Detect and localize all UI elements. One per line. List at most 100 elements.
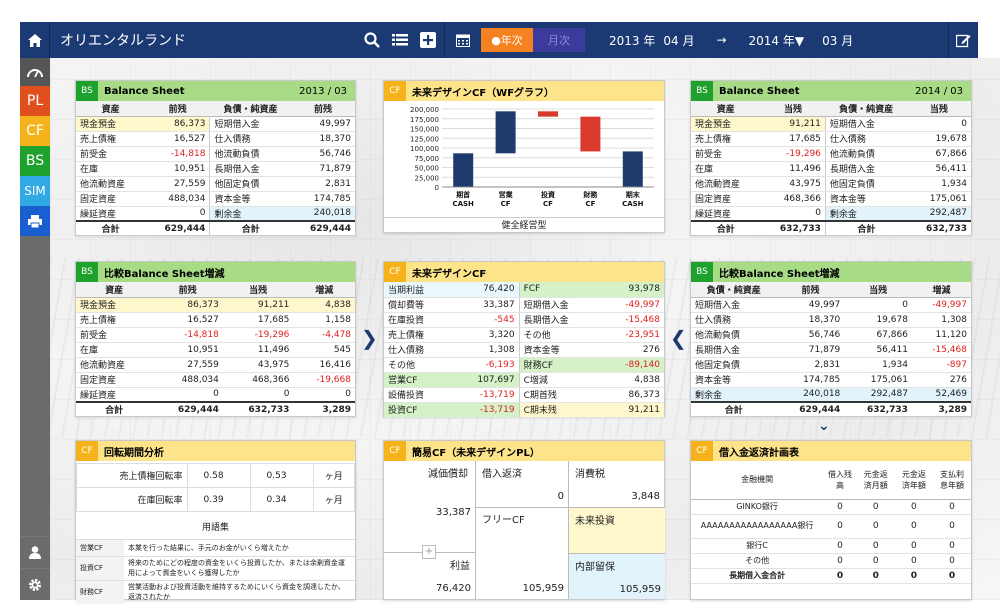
to-year-select[interactable]: 2014 年▼ (749, 32, 805, 49)
row-value: 0 (856, 499, 895, 515)
col-header: 資産 (76, 101, 146, 117)
total-value: 3,289 (293, 401, 355, 418)
bs-compare-liabilities-panel: BS 比較Balance Sheet増減 負債・純資産 前残 当残 増減 短期借… (690, 261, 972, 418)
row-value: 0 (760, 206, 826, 222)
total-label: 合計 (691, 401, 777, 418)
repayment-value: 0 (557, 491, 564, 502)
total-row: 合計 629,444 632,733 3,289 (691, 401, 971, 418)
col-header: 当残 (906, 101, 971, 117)
row-label: 現金預金 (76, 297, 153, 313)
from-month[interactable]: 04 月 (663, 32, 694, 49)
add-icon[interactable] (420, 32, 436, 48)
mode-year-button[interactable]: ●年次 (481, 28, 533, 52)
glossary-def: 将来のためにどの程度の資金をいくら投資したか、または余剰資金運用によって資金をい… (124, 556, 355, 581)
prev-arrow-icon[interactable]: ❮ (670, 326, 687, 350)
home-button[interactable] (20, 22, 50, 58)
mode-month-button[interactable]: 月次 (533, 28, 585, 52)
header-bar: オリエンタルランド ●年次 月次 2013 年 04 月 → 2014 年▼ 0… (20, 22, 978, 58)
col-header: 当残 (222, 282, 294, 298)
row-value: 468,366 (760, 191, 826, 207)
sidebar-item-user[interactable] (20, 536, 50, 568)
calendar-button[interactable] (445, 33, 481, 47)
bs-current-table: 資産 当残 負債・純資産 当残 現金預金 91,211 短期借入金 0 売上債権 17,… (691, 101, 971, 237)
row-value: 2,831 (776, 357, 845, 373)
row-value: 1,308 (450, 342, 520, 358)
row-label: 繰延資産 (691, 206, 761, 222)
sidebar-item-dashboard[interactable] (20, 58, 50, 86)
cf-tag: CF (691, 441, 713, 461)
row-value: 71,879 (290, 161, 355, 177)
cf-tag: CF (384, 81, 406, 101)
table-row: 償却費等 33,387 短期借入金 -49,997 (384, 297, 664, 313)
row-label: 現金預金 (691, 116, 761, 132)
col-header: 資産 (76, 282, 153, 298)
panel-header: BS 比較Balance Sheet増減 (691, 262, 971, 282)
panel-header: CF 未来デザインCF (384, 262, 664, 282)
row-value: 86,373 (152, 297, 223, 313)
list-icon[interactable] (392, 33, 408, 47)
row-value: 43,975 (222, 357, 294, 373)
row-label: 剰余金 (824, 206, 907, 222)
to-month[interactable]: 03 月 (822, 32, 853, 49)
expand-chevron-icon[interactable]: ⌄ (818, 418, 830, 434)
top-bar: オリエンタルランド ●年次 月次 2013 年 04 月 → 2014 年▼ 0… (0, 0, 1000, 58)
total-value: 632,733 (222, 401, 294, 418)
edit-button[interactable] (948, 22, 978, 58)
turnover-analysis-panel: CF 回転期間分析 売上債権回転率 0.58 0.53 ヶ月 在庫回転率 0.39 0.3… (75, 440, 356, 604)
simple-cf-body: 減価償却 33,387 + 利益 76,420 借入返済 0 フリーCF 105… (384, 461, 665, 599)
row-label: 長期借入金 (209, 161, 291, 177)
x-tick-label: CF (585, 200, 595, 208)
table-row: 売上債権 16,527 17,685 1,158 (76, 312, 355, 328)
row-value: 0 (856, 514, 895, 539)
row-value: 175,061 (844, 372, 912, 388)
cf-tag: CF (384, 262, 406, 282)
panel-header: CF 簡易CF（未来デザインPL） (384, 441, 664, 461)
table-row: 売上債権 3,320 その他 -23,951 (384, 327, 664, 343)
turnover-table: 売上債権回転率 0.58 0.53 ヶ月 在庫回転率 0.39 0.34 ヶ月 (76, 463, 356, 512)
row-value: 2,831 (290, 176, 355, 192)
panel-header: CF 回転期間分析 (76, 441, 355, 461)
row-value: 19,678 (844, 312, 912, 328)
row-label: 他流動資産 (691, 176, 761, 192)
table-row: 現金預金 86,373 91,211 4,838 (76, 297, 355, 313)
edit-icon (956, 34, 971, 47)
row-value: 0.34 (249, 487, 314, 512)
table-row: 在庫回転率 0.39 0.34 ヶ月 (76, 487, 356, 512)
row-label: 売上債権 (384, 327, 451, 343)
sidebar-item-cf[interactable]: CF (20, 116, 50, 146)
row-label: 他流動資産 (76, 176, 146, 192)
sidebar-item-sim[interactable]: SIM (20, 176, 50, 206)
from-year[interactable]: 2013 年 (609, 32, 655, 49)
future-cf-table: 当期利益 76,420 FCF 93,978 償却費等 33,387 短期借入金 -49,9… (384, 282, 664, 418)
glossary-row: 投資CF 将来のためにどの程度の資金をいくら投資したか、または余剰資金運用によって… (76, 556, 355, 581)
sidebar-item-pl[interactable]: PL (20, 86, 50, 116)
col-header: 負債・純資産 (825, 101, 907, 117)
retained-earnings-label: 内部留保 (575, 562, 615, 573)
total-value: 632,733 (844, 401, 912, 418)
col-header: 前残 (776, 282, 845, 298)
col-header: 負債・純資産 (691, 282, 777, 298)
total-row: 長期借入金合計 0 0 0 0 (691, 568, 971, 584)
row-value: -49,997 (911, 297, 971, 313)
x-tick-label: 財務 (582, 190, 598, 199)
row-label: 短期借入金 (691, 297, 777, 313)
sidebar-item-bs[interactable]: BS (20, 146, 50, 176)
row-label: 設備投資 (384, 387, 451, 403)
sidebar-item-print[interactable] (20, 206, 50, 236)
expand-plus-button[interactable]: + (422, 545, 436, 559)
row-value: 0 (145, 206, 210, 222)
sidebar-item-settings[interactable] (20, 568, 50, 600)
search-icon[interactable] (364, 32, 380, 48)
total-value: 0 (823, 568, 857, 584)
row-value: 0.39 (186, 487, 251, 512)
y-tick-label: 100,000 (410, 145, 439, 153)
table-row: 投資CF -13,719 C期末残 91,211 (384, 402, 664, 418)
row-value: 0 (932, 538, 971, 554)
next-arrow-icon[interactable]: ❯ (361, 326, 378, 350)
bs-tag: BS (691, 81, 713, 101)
glossary-row: 財務CF 営業活動および投資活動を維持するためにいくら資金を調達したか、返済された… (76, 580, 355, 604)
row-value: 86,373 (599, 387, 664, 403)
row-value: 0 (932, 499, 971, 515)
row-value: 545 (293, 342, 355, 358)
row-value: 0 (894, 514, 933, 539)
